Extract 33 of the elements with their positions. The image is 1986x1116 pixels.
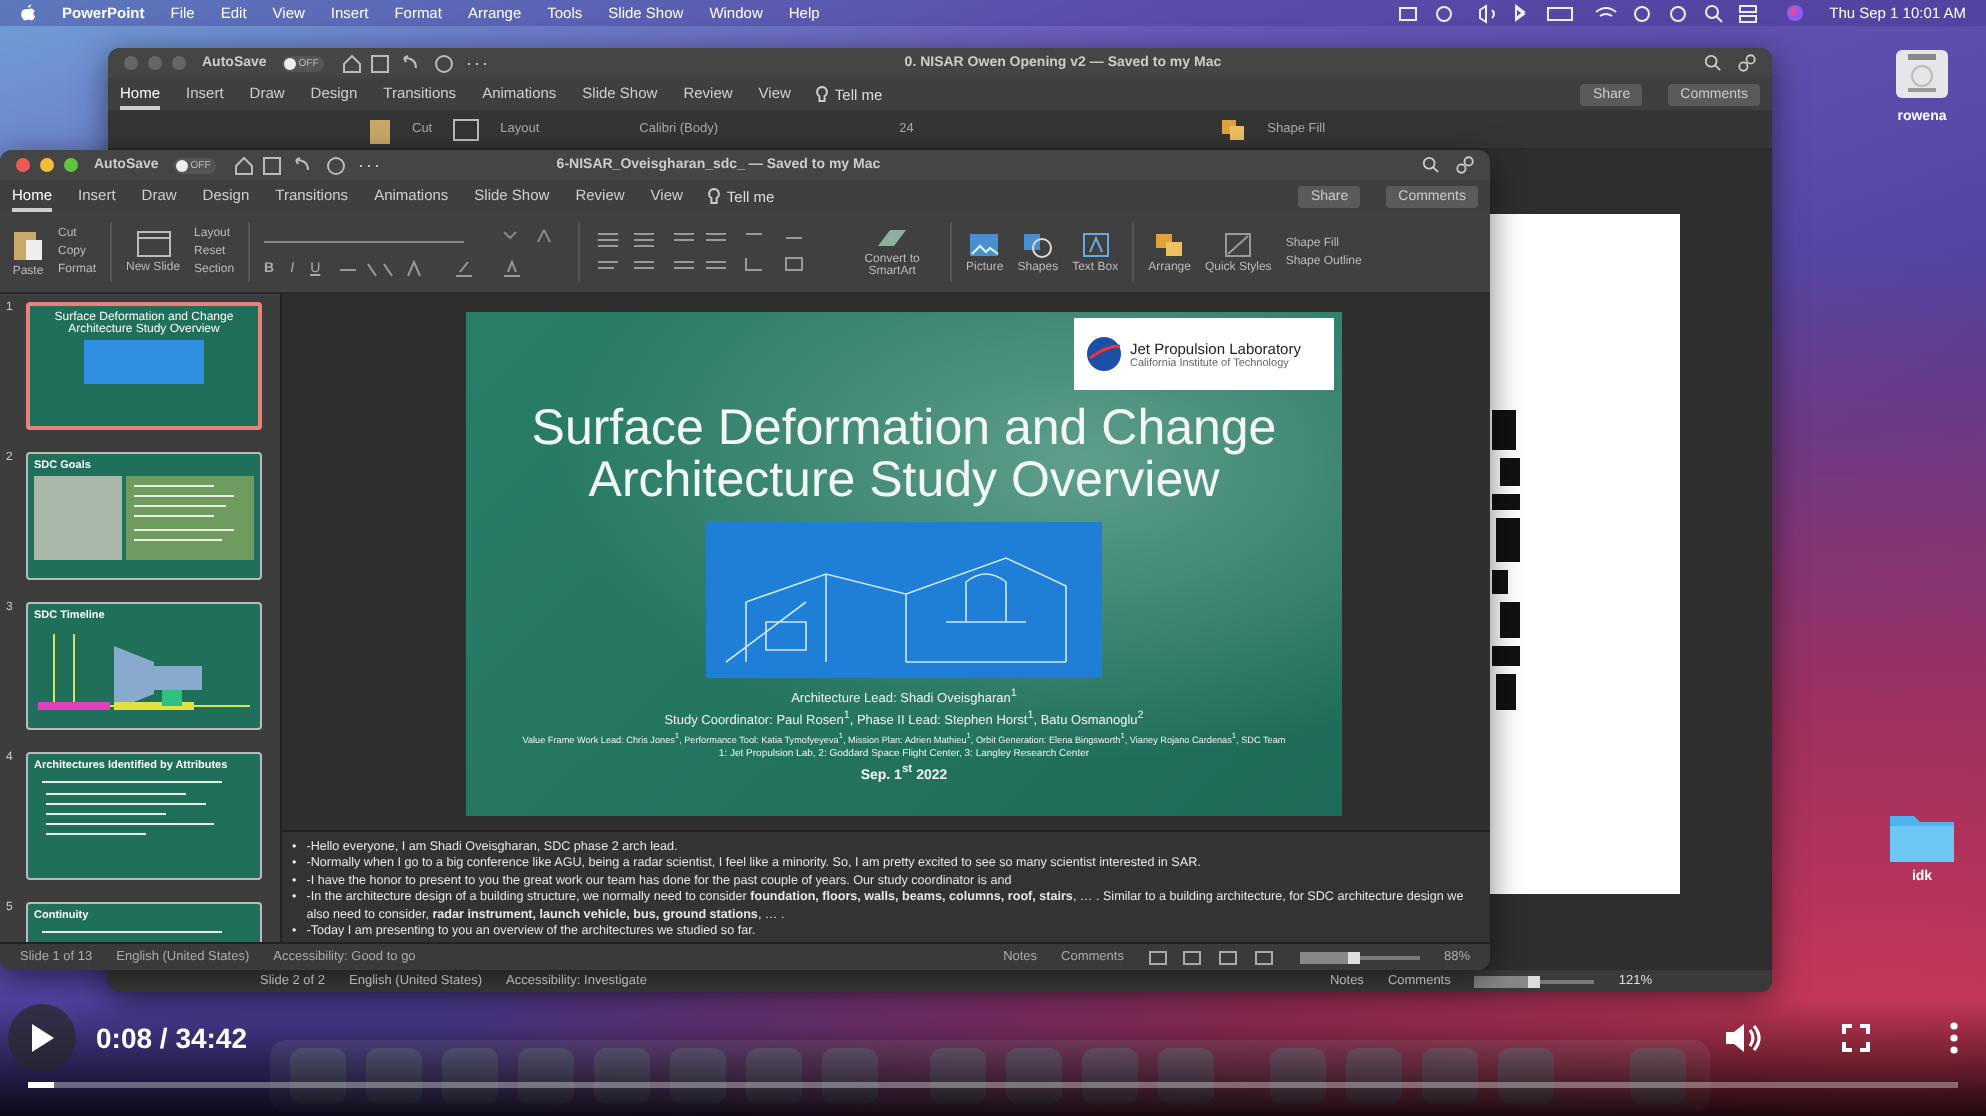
clipboard-icon (12, 226, 44, 262)
arrange-icon[interactable] (1219, 117, 1248, 141)
search-icon[interactable] (1422, 156, 1440, 174)
link-icon[interactable] (1456, 156, 1474, 174)
text-box-icon (1081, 231, 1110, 257)
paste-icon[interactable] (368, 115, 392, 143)
nasa-logo-icon (1086, 336, 1122, 372)
more-options-icon[interactable] (1950, 1021, 1958, 1054)
picture-icon (968, 231, 1001, 257)
zoom-slider[interactable] (1474, 975, 1541, 987)
blueprint-placeholder (84, 340, 204, 384)
slide-title: Surface Deformation and Change Architecture Study Overview (529, 402, 1279, 507)
link-icon[interactable] (1738, 54, 1756, 72)
new-slide-icon (135, 230, 172, 258)
play-button[interactable] (8, 1003, 76, 1072)
view-buttons-drawing[interactable] (1147, 949, 1276, 965)
shapes-icon (1021, 231, 1054, 257)
search-icon[interactable] (1704, 54, 1722, 72)
smartart-icon (874, 226, 911, 250)
volume-icon[interactable] (1726, 1021, 1762, 1054)
lightbulb-icon (816, 86, 829, 102)
apple-logo-icon[interactable] (20, 3, 36, 23)
hard-drive-icon[interactable] (1892, 44, 1952, 104)
playback-time: 0:08 / 34:42 (96, 1021, 247, 1054)
fullscreen-icon[interactable] (1842, 1023, 1870, 1052)
zoom-slider[interactable] (1299, 951, 1360, 963)
quick-styles-icon (1224, 231, 1253, 257)
status-icons-drawing[interactable] (1395, 3, 1760, 23)
new-slide-icon[interactable] (452, 117, 481, 141)
progress-bar[interactable] (28, 1082, 54, 1089)
arrange-icon (1153, 231, 1186, 257)
lightbulb-icon (708, 188, 721, 204)
window-controls-icon[interactable] (16, 158, 78, 172)
